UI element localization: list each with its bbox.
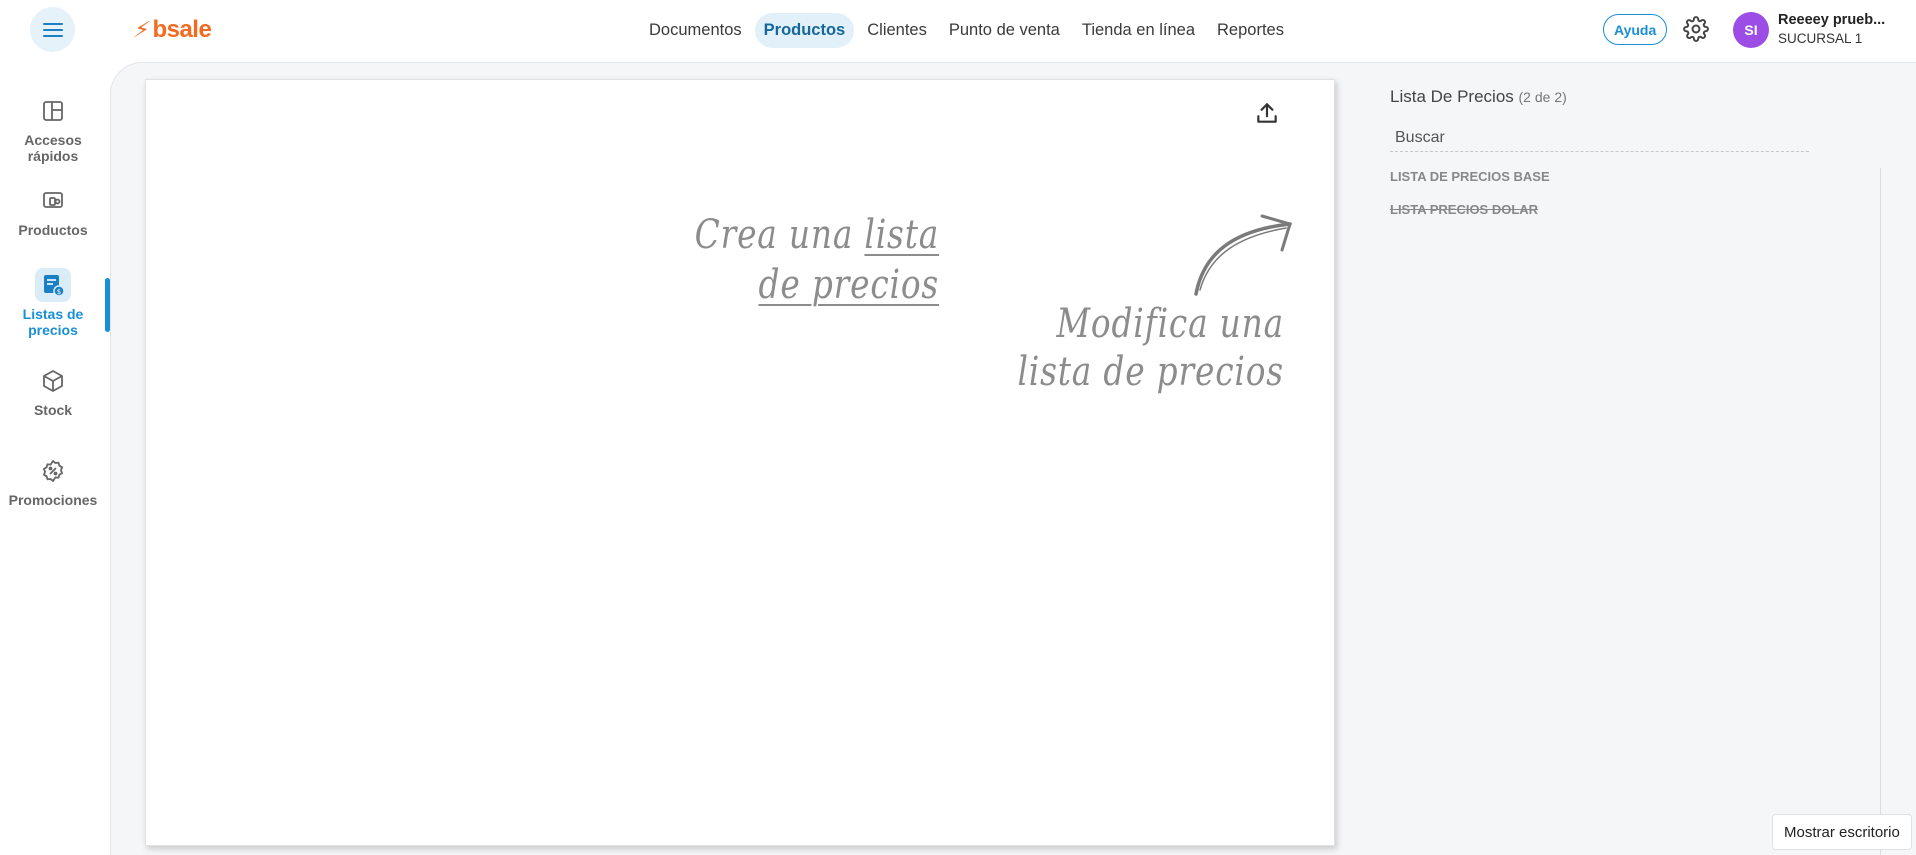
main-nav: Documentos Productos Clientes Punto de v… <box>640 11 1293 49</box>
bsale-mark-icon: ⚡ <box>131 17 153 43</box>
nav-productos[interactable]: Productos <box>754 12 855 48</box>
price-list-items: LISTA DE PRECIOS BASE LISTA PRECIOS DOLA… <box>1390 166 1550 232</box>
panel-title: Lista De Precios (2 de 2) <box>1390 87 1567 106</box>
price-list-icon: $ <box>35 268 71 302</box>
sidebar-label: Accesos rápidos <box>24 132 82 164</box>
box-icon <box>35 364 71 398</box>
search-field <box>1390 124 1809 152</box>
sidebar-item-accesos-rapidos[interactable]: Accesos rápidos <box>0 94 106 164</box>
create-list-link-2[interactable]: de precios <box>758 262 939 308</box>
user-branch: SUCURSAL 1 <box>1778 31 1863 46</box>
sidebar-label: Productos <box>18 222 88 238</box>
show-desktop-button[interactable]: Mostrar escritorio <box>1772 814 1912 850</box>
list-item[interactable]: LISTA DE PRECIOS BASE <box>1390 166 1550 199</box>
layout-icon <box>35 94 71 128</box>
sidebar-label: Stock <box>33 402 73 418</box>
nav-punto-de-venta[interactable]: Punto de venta <box>940 13 1069 48</box>
sidebar-item-stock[interactable]: Stock <box>0 364 106 418</box>
discount-badge-icon <box>35 454 71 488</box>
nav-reportes[interactable]: Reportes <box>1208 13 1293 48</box>
left-sidebar: Accesos rápidos Productos $ Listas de prec… <box>0 60 110 855</box>
create-list-link[interactable]: lista <box>864 212 939 258</box>
gear-icon[interactable] <box>1683 16 1709 42</box>
price-list-canvas <box>145 79 1335 846</box>
devices-icon <box>35 184 71 218</box>
panel-scrollbar[interactable] <box>1880 168 1881 855</box>
search-input[interactable] <box>1390 124 1809 151</box>
hamburger-menu-button[interactable] <box>30 7 75 52</box>
help-button[interactable]: Ayuda <box>1603 14 1668 45</box>
sidebar-item-productos[interactable]: Productos <box>0 184 106 238</box>
svg-text:$: $ <box>57 288 61 296</box>
create-price-list-hint: Crea una lista de precios <box>694 212 939 308</box>
sidebar-item-listas-de-precios[interactable]: $ Listas de precios <box>0 268 106 338</box>
upload-icon[interactable] <box>1254 100 1280 126</box>
curved-arrow-icon <box>1194 214 1292 296</box>
sidebar-item-promociones[interactable]: Promociones <box>0 454 106 508</box>
nav-tienda-en-linea[interactable]: Tienda en línea <box>1073 13 1204 48</box>
top-bar: ⚡ bsale Documentos Productos Clientes Pu… <box>0 0 1916 60</box>
modify-price-list-hint: Modifica una lista de precios <box>1017 301 1284 395</box>
bsale-logo[interactable]: ⚡ bsale <box>131 16 212 44</box>
list-count: (2 de 2) <box>1518 89 1567 105</box>
user-avatar[interactable]: SI <box>1733 12 1769 48</box>
nav-documentos[interactable]: Documentos <box>640 13 751 48</box>
user-name[interactable]: Reeeey prueb... <box>1778 12 1885 28</box>
hamburger-icon <box>42 22 63 37</box>
nav-clientes[interactable]: Clientes <box>858 13 936 48</box>
sidebar-label: Promociones <box>8 492 98 508</box>
sidebar-label: Listas de precios <box>22 306 84 338</box>
logo-text: bsale <box>152 16 212 43</box>
list-item[interactable]: LISTA PRECIOS DOLAR <box>1390 199 1550 232</box>
